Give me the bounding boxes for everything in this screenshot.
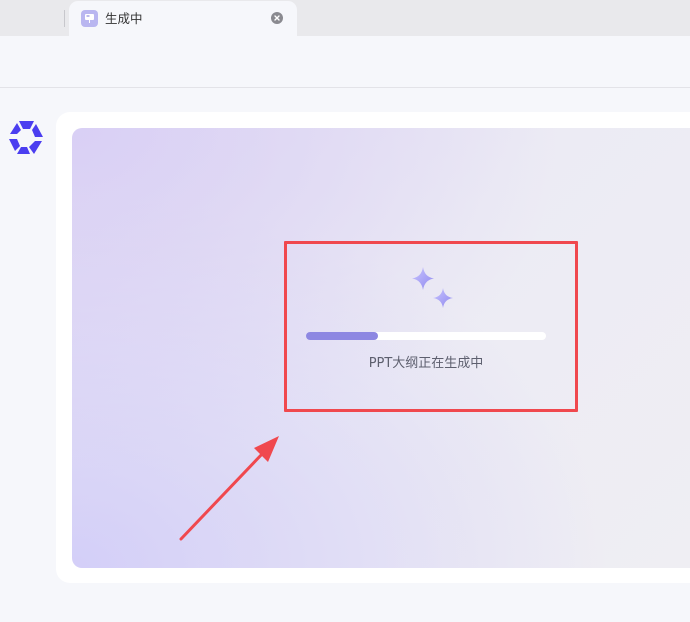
annotation-arrow <box>179 436 279 541</box>
tab-separator <box>64 10 65 27</box>
page-toolbar <box>0 36 690 88</box>
app-logo-icon[interactable] <box>8 118 45 156</box>
annotation-highlight-box <box>284 241 578 412</box>
tab-title: 生成中 <box>105 11 143 26</box>
close-icon[interactable] <box>271 12 283 24</box>
browser-tab-active[interactable]: 生成中 <box>69 1 297 36</box>
presentation-icon <box>81 10 98 27</box>
browser-tab-bar: 生成中 <box>0 0 690 36</box>
